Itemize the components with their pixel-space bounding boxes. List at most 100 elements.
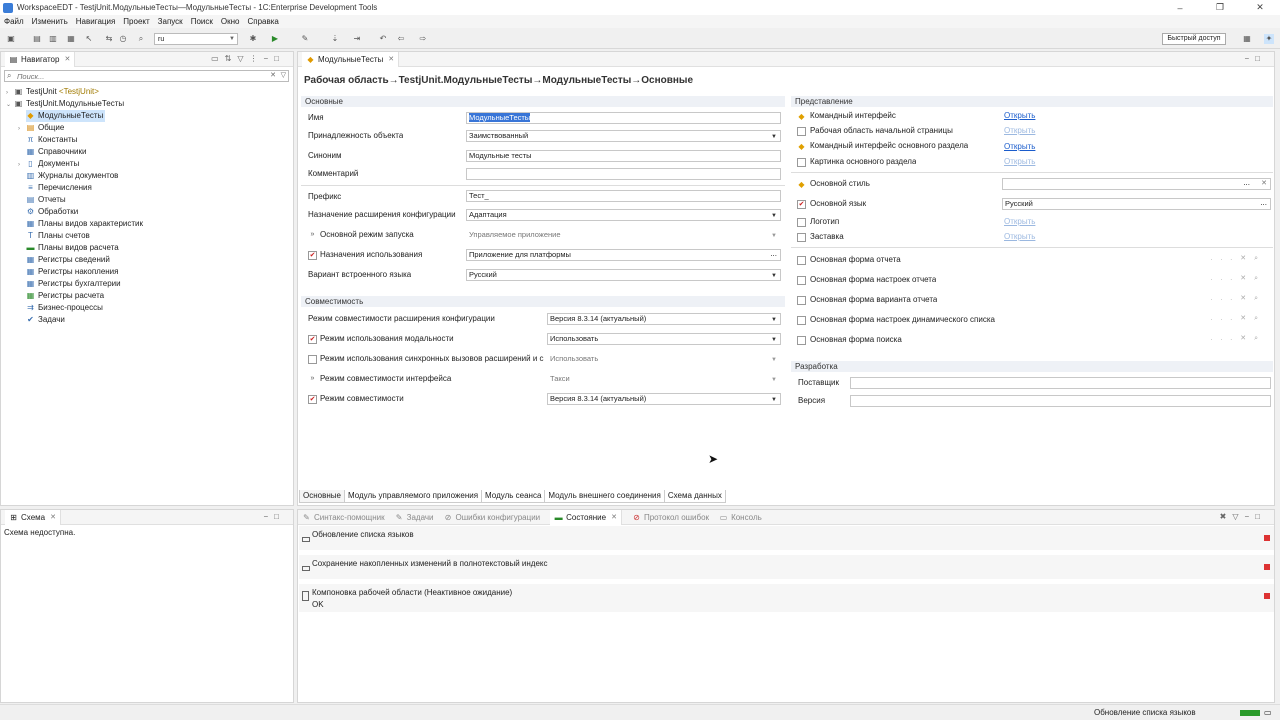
- menu-file[interactable]: Файл: [4, 17, 24, 26]
- menu-search[interactable]: Поиск: [191, 17, 213, 26]
- tree-item[interactable]: ▥ Журналы документов: [26, 170, 119, 182]
- tree-item[interactable]: ▦ Регистры сведений: [26, 254, 110, 266]
- menu-project[interactable]: Проект: [123, 17, 149, 26]
- tree-item[interactable]: ≡ Перечисления: [26, 182, 92, 194]
- report-form-field[interactable]: ...✕⌕: [1002, 254, 1271, 266]
- report-form-checkbox[interactable]: [797, 256, 806, 265]
- sync-calls-select[interactable]: Использовать ▼: [547, 353, 781, 365]
- menu-navigate[interactable]: Навигация: [76, 17, 116, 26]
- filter-icon[interactable]: ▽: [281, 71, 286, 79]
- editor-tab[interactable]: ◆ МодульныеТесты ✕: [302, 51, 400, 67]
- search-form-field[interactable]: ...✕⌕: [1002, 334, 1271, 346]
- search-input[interactable]: [17, 71, 267, 81]
- annotation-icon[interactable]: ⇥: [352, 34, 362, 44]
- build-icon[interactable]: ▦: [66, 34, 76, 44]
- main-language-field[interactable]: Русский...: [1002, 198, 1271, 210]
- tree-item[interactable]: › ▤ Общие: [18, 122, 64, 134]
- tab-main[interactable]: Основные: [299, 490, 345, 503]
- language-select[interactable]: ru ▼: [154, 33, 238, 45]
- perspective-edt-icon[interactable]: ✦: [1264, 34, 1274, 44]
- navigator-tab[interactable]: ▤ Навигатор ✕: [5, 51, 76, 67]
- tab-syntax-helper[interactable]: ✎ Синтакс-помощник: [302, 513, 385, 522]
- tree-item[interactable]: T Планы счетов: [26, 230, 90, 242]
- tree-item[interactable]: › ▣ TestjUnit <TestjUnit>: [6, 86, 99, 98]
- close-icon[interactable]: ✕: [611, 513, 617, 521]
- close-icon[interactable]: ✕: [50, 513, 56, 521]
- expand-icon[interactable]: »: [308, 231, 317, 240]
- save-all-icon[interactable]: ▥: [48, 34, 58, 44]
- menu-help[interactable]: Справка: [247, 17, 278, 26]
- sync-calls-checkbox[interactable]: [308, 355, 317, 364]
- tab-session-module[interactable]: Модуль сеанса: [481, 490, 546, 503]
- language-variant-select[interactable]: Русский ▼: [466, 269, 781, 281]
- tree-item[interactable]: ▬ Планы видов расчета: [26, 242, 119, 254]
- menu-run[interactable]: Запуск: [158, 17, 183, 26]
- tree-item[interactable]: ✔ Задачи: [26, 314, 65, 326]
- tree-item[interactable]: π Константы: [26, 134, 78, 146]
- minimize-button[interactable]: –: [1160, 0, 1200, 15]
- report-settings-form-checkbox[interactable]: [797, 276, 806, 285]
- tree-item[interactable]: ▤ Отчеты: [26, 194, 66, 206]
- usage-purpose-field[interactable]: Приложение для платформы...: [466, 249, 781, 261]
- tree-item[interactable]: ▦ Регистры расчета: [26, 290, 104, 302]
- ext-compat-select[interactable]: Версия 8.3.14 (актуальный) ▼: [547, 313, 781, 325]
- menu-window[interactable]: Окно: [221, 17, 240, 26]
- progress-icon[interactable]: ▭: [1264, 708, 1272, 717]
- tab-managed-app-module[interactable]: Модуль управляемого приложения: [343, 490, 483, 503]
- minimize-maximize-icon[interactable]: −□: [1244, 54, 1266, 63]
- logo-checkbox[interactable]: [797, 218, 806, 227]
- close-icon[interactable]: ✕: [388, 55, 394, 63]
- dynamic-list-form-checkbox[interactable]: [797, 316, 806, 325]
- expand-icon[interactable]: »: [308, 375, 317, 384]
- synonym-field[interactable]: Модульные тесты: [466, 150, 781, 162]
- clock-icon[interactable]: ◷: [118, 34, 128, 44]
- compat-mode-checkbox[interactable]: ✔: [308, 395, 317, 404]
- start-page-checkbox[interactable]: [797, 127, 806, 136]
- tree-item[interactable]: ⌄ ▣ TestjUnit.МодульныеТесты: [6, 98, 124, 110]
- logo-open-link[interactable]: Открыть: [1004, 216, 1035, 228]
- supplier-field[interactable]: [850, 377, 1271, 389]
- back-icon[interactable]: ⇦: [396, 34, 406, 44]
- main-section-picture-checkbox[interactable]: [797, 158, 806, 167]
- modality-select[interactable]: Использовать ▼: [547, 333, 781, 345]
- view-menu-icon[interactable]: ✖▽−□: [1220, 512, 1266, 521]
- extension-purpose-select[interactable]: Адаптация ▼: [466, 209, 781, 221]
- save-icon[interactable]: ▤: [32, 34, 42, 44]
- minimize-maximize-icon[interactable]: −□: [263, 512, 285, 521]
- view-menu-icon[interactable]: ▭⇅▽⋮−□: [211, 54, 285, 63]
- navigate-icon[interactable]: ⇣: [330, 34, 340, 44]
- tree-item[interactable]: ⇉ Бизнес-процессы: [26, 302, 103, 314]
- usage-purpose-checkbox[interactable]: ✔: [308, 251, 317, 260]
- quick-access-button[interactable]: Быстрый доступ: [1162, 33, 1226, 45]
- dynamic-list-form-field[interactable]: ...✕⌕: [1002, 314, 1271, 326]
- navigator-search[interactable]: ⌕ ✕ ▽: [4, 70, 289, 82]
- clear-icon[interactable]: ✕: [270, 71, 276, 79]
- undo-icon[interactable]: ↶: [378, 34, 388, 44]
- command-interface-open-link[interactable]: Открыть: [1004, 110, 1035, 122]
- report-settings-form-field[interactable]: ...✕⌕: [1002, 274, 1271, 286]
- tab-console[interactable]: ▭ Консоль: [719, 513, 762, 522]
- report-variant-form-checkbox[interactable]: [797, 296, 806, 305]
- tree-item[interactable]: ⚙ Обработки: [26, 206, 78, 218]
- prefix-field[interactable]: Тест_: [466, 190, 781, 202]
- search-form-checkbox[interactable]: [797, 336, 806, 345]
- stop-icon[interactable]: [1264, 564, 1270, 570]
- tab-data-schema[interactable]: Схема данных: [663, 490, 726, 503]
- schema-tab[interactable]: ⊞ Схема ✕: [5, 509, 61, 525]
- launch-mode-select[interactable]: Управляемое приложение ▼: [466, 229, 781, 241]
- splash-open-link[interactable]: Открыть: [1004, 231, 1035, 243]
- main-section-picture-open-link[interactable]: Открыть: [1004, 156, 1035, 168]
- tools-icon[interactable]: ✎: [300, 34, 310, 44]
- debug-icon[interactable]: ✱: [248, 34, 258, 44]
- compat-mode-select[interactable]: Версия 8.3.14 (актуальный) ▼: [547, 393, 781, 405]
- restore-button[interactable]: ❐: [1200, 0, 1240, 15]
- tab-tasks[interactable]: ✎ Задачи: [395, 513, 434, 522]
- name-field[interactable]: МодульныеТесты: [466, 112, 781, 124]
- search-toolbar-icon[interactable]: ⌕: [136, 34, 146, 44]
- tree-item[interactable]: ▦ Справочники: [26, 146, 87, 158]
- tree-item[interactable]: ▦ Регистры накопления: [26, 266, 119, 278]
- tree-item-selected[interactable]: ◆ МодульныеТесты: [26, 110, 106, 122]
- run-icon[interactable]: ▶: [270, 34, 280, 44]
- tree-item[interactable]: › ▯ Документы: [18, 158, 79, 170]
- tree-item[interactable]: ▦ Регистры бухгалтерии: [26, 278, 121, 290]
